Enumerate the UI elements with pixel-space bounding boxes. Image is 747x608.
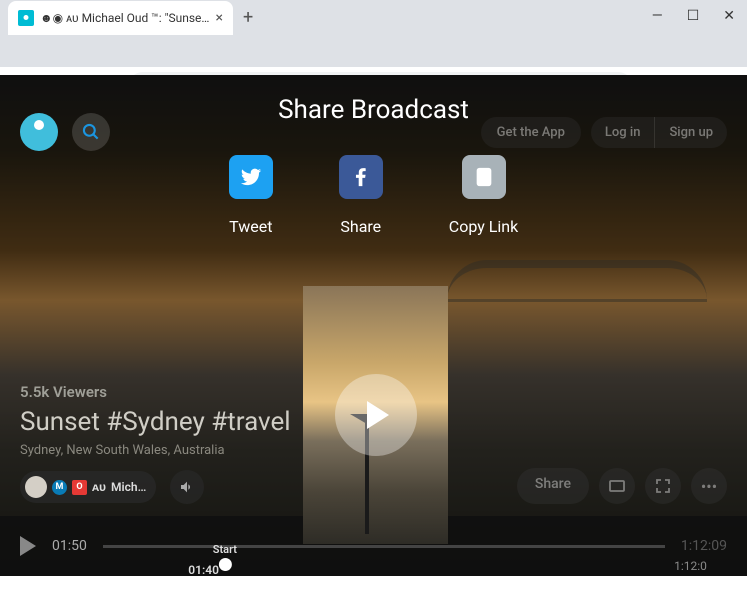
viewer-count: 5.5k Viewers [20, 383, 291, 401]
share-title: Share Broadcast [0, 95, 747, 125]
share-button[interactable]: Share [517, 468, 589, 504]
facebook-option[interactable]: Share [339, 155, 383, 236]
avatar [25, 476, 47, 498]
video-title: Sunset #Sydney #travel [20, 407, 291, 437]
video-location: Sydney, New South Wales, Australia [20, 443, 291, 458]
link-icon [462, 155, 506, 199]
more-button[interactable]: ••• [691, 468, 727, 504]
video-thumbnail[interactable] [303, 286, 448, 544]
periscope-favicon [18, 10, 34, 26]
tab-title: ☻◉ ᴀᴜ Michael Oud ™: "Sunset # [40, 11, 210, 25]
rectangle-icon [609, 480, 625, 492]
author-prefix: ᴀᴜ [92, 480, 106, 494]
share-broadcast-modal: Share Broadcast Tweet Share Copy Link [0, 95, 747, 236]
badge-o: O [72, 480, 87, 495]
end-time: 1:12:0 [674, 559, 707, 573]
new-tab-button[interactable]: + [243, 7, 253, 28]
current-time: 01:50 [52, 538, 87, 554]
facebook-label: Share [340, 217, 381, 236]
page-content: Get the App Log in Sign up Share Broadca… [0, 75, 747, 576]
duration: 1:12:09 [681, 538, 727, 554]
author-pill[interactable]: M O ᴀᴜ Mich… [20, 471, 156, 503]
copy-link-option[interactable]: Copy Link [449, 155, 518, 236]
start-marker[interactable]: Start 01:40 [213, 543, 237, 571]
fullscreen-button[interactable] [645, 468, 681, 504]
twitter-icon [229, 155, 273, 199]
play-icon [335, 374, 417, 456]
tab-bar: ☻◉ ᴀᴜ Michael Oud ™: "Sunset # × + [0, 0, 747, 35]
facebook-icon [339, 155, 383, 199]
author-name: Mich… [111, 480, 146, 494]
copy-link-label: Copy Link [449, 217, 518, 236]
scrubber-handle[interactable] [218, 558, 231, 571]
tweet-label: Tweet [229, 217, 272, 236]
browser-tab[interactable]: ☻◉ ᴀᴜ Michael Oud ™: "Sunset # × [8, 1, 233, 35]
start-time: 01:40 [188, 563, 219, 577]
speaker-icon [179, 479, 195, 495]
track: Start 01:40 1:12:0 [103, 545, 665, 548]
tweet-option[interactable]: Tweet [229, 155, 273, 236]
start-label: Start [213, 543, 237, 556]
close-tab-icon[interactable]: × [216, 10, 223, 26]
right-controls: Share ••• [517, 468, 727, 504]
volume-button[interactable] [170, 470, 204, 504]
theater-mode-button[interactable] [599, 468, 635, 504]
bridge-silhouette [447, 260, 707, 310]
badge-m: M [52, 480, 67, 495]
play-button[interactable] [20, 536, 36, 556]
fullscreen-icon [656, 479, 670, 493]
video-info: 5.5k Viewers Sunset #Sydney #travel Sydn… [20, 383, 291, 504]
